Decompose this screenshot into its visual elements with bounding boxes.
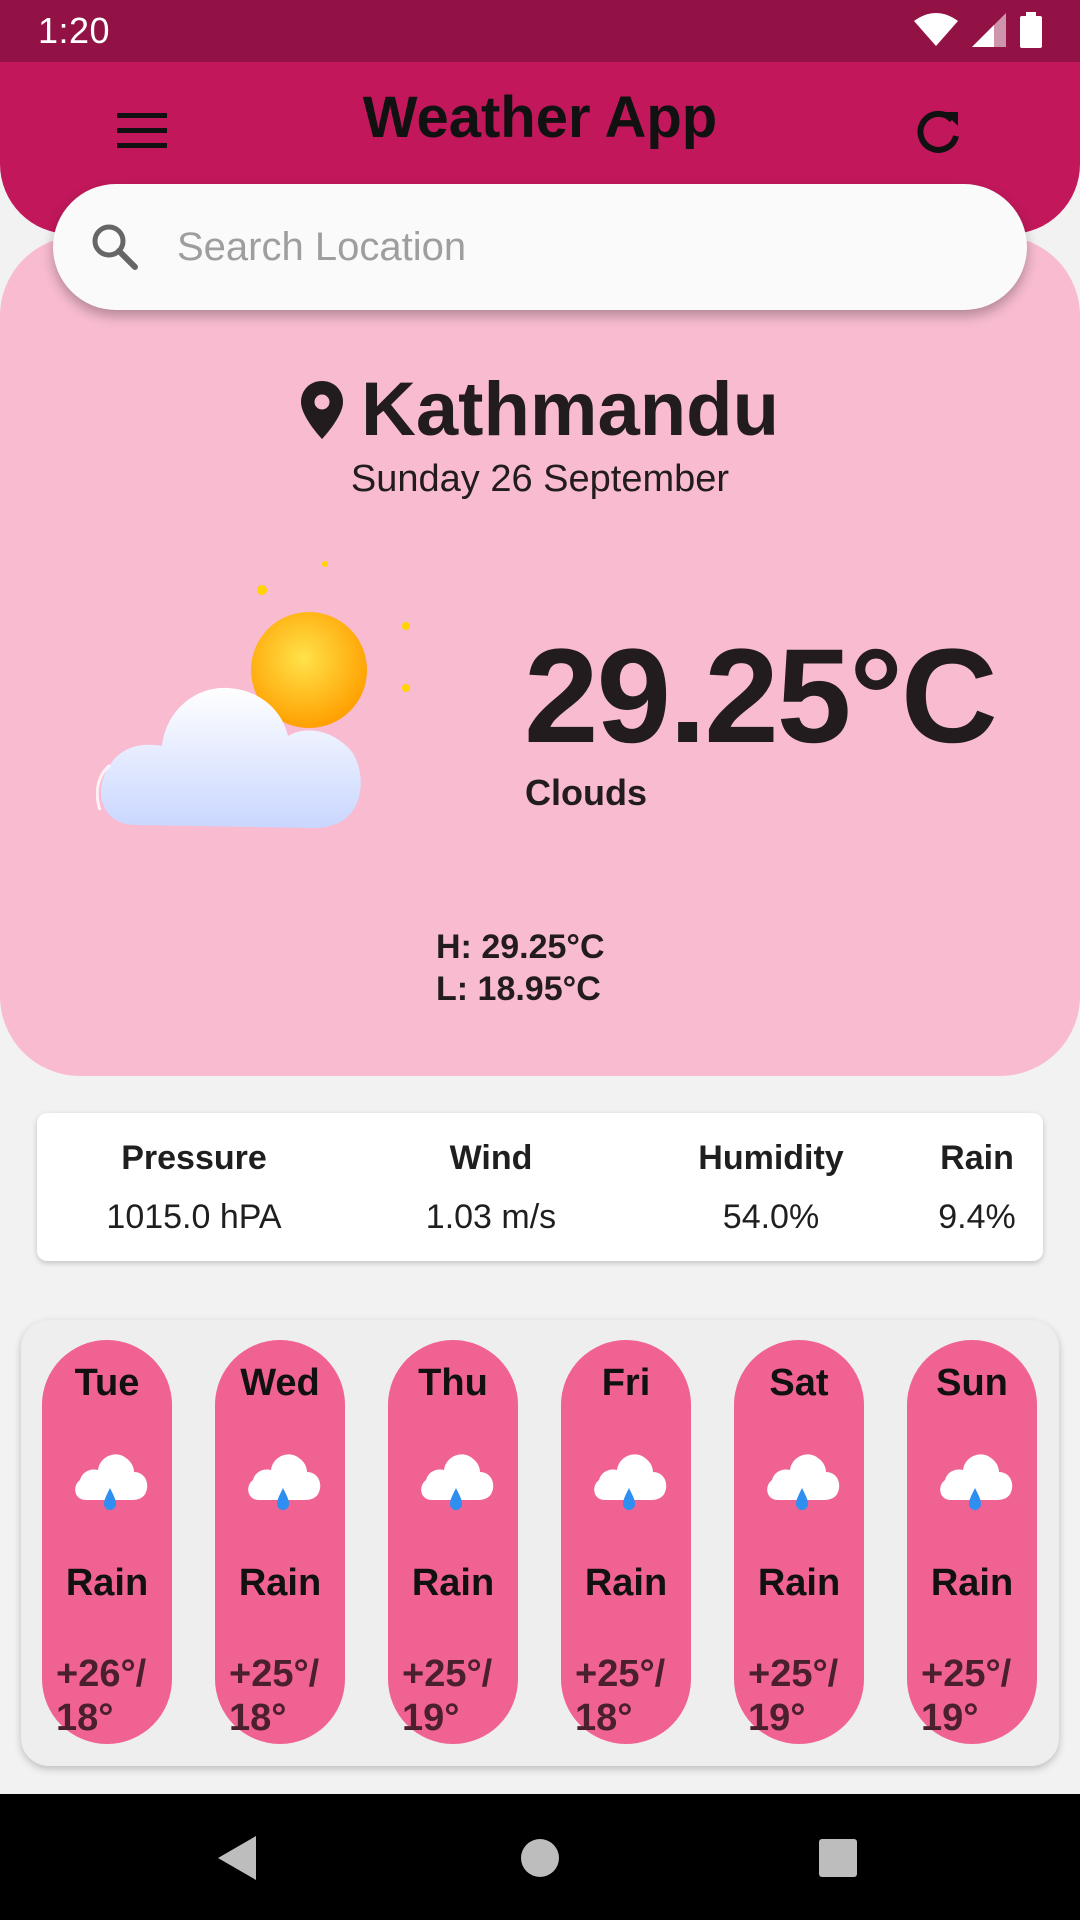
rain-cloud-icon (594, 1454, 667, 1510)
forecast-day[interactable]: Sun Rain +25°/19° (907, 1340, 1037, 1744)
low-temp: L: 18.95°C (436, 970, 601, 1008)
forecast-day-name: Fri (601, 1362, 651, 1404)
current-temperature: 29.25°C (524, 622, 998, 771)
stat-rain: Rain 9.4% (917, 1139, 1037, 1237)
recents-icon (819, 1839, 857, 1877)
stat-humidity: Humidity 54.0% (651, 1139, 891, 1237)
forecast-condition: Rain (584, 1562, 668, 1604)
recents-button[interactable] (806, 1826, 870, 1890)
stat-label: Rain (940, 1139, 1014, 1177)
back-button[interactable] (206, 1826, 270, 1890)
forecast-temps: +25°/18° (575, 1652, 685, 1740)
forecast-day-name: Tue (74, 1362, 140, 1404)
forecast-temps: +25°/19° (748, 1652, 858, 1740)
forecast-day[interactable]: Thu Rain +25°/19° (388, 1340, 518, 1744)
forecast-high: +25°/ (575, 1653, 666, 1695)
search-input[interactable] (177, 212, 977, 282)
high-low-temps: H: 29.25°C L: 18.95°C (436, 926, 605, 1010)
forecast-condition: Rain (930, 1562, 1014, 1604)
current-condition: Clouds (525, 772, 647, 813)
rain-cloud-icon (421, 1454, 494, 1510)
current-date: Sunday 26 September (350, 458, 730, 500)
forecast-temps: +25°/19° (402, 1652, 512, 1740)
forecast-day-name: Sun (936, 1362, 1008, 1404)
refresh-icon (917, 110, 959, 153)
forecast-temps: +26°/18° (56, 1652, 166, 1740)
rain-cloud-icon (767, 1454, 840, 1510)
forecast-day[interactable]: Tue Rain +26°/18° (42, 1340, 172, 1744)
home-button[interactable] (508, 1826, 572, 1890)
stat-wind: Wind 1.03 m/s (371, 1139, 611, 1237)
system-nav-bar (0, 1794, 1080, 1920)
forecast-high: +26°/ (56, 1653, 147, 1695)
forecast-day-name: Sat (769, 1362, 829, 1404)
stat-value: 1.03 m/s (425, 1198, 557, 1236)
status-icons (914, 12, 1042, 48)
search-bar[interactable] (53, 184, 1027, 310)
weather-stats-card: Pressure 1015.0 hPA Wind 1.03 m/s Humidi… (37, 1113, 1043, 1261)
rain-cloud-icon (940, 1454, 1013, 1510)
stat-value: 9.4% (938, 1198, 1016, 1236)
wifi-icon (914, 13, 958, 46)
forecast-low: 18° (575, 1697, 633, 1739)
city-name: Kathmandu (361, 367, 779, 452)
battery-icon (1020, 12, 1042, 48)
signal-icon (972, 13, 1006, 47)
stat-value: 1015.0 hPA (106, 1198, 282, 1236)
forecast-low: 19° (748, 1697, 806, 1739)
cloud-sun-icon (96, 561, 410, 828)
search-icon (92, 224, 138, 270)
forecast-high: +25°/ (402, 1653, 493, 1695)
rain-cloud-icon (75, 1454, 148, 1510)
location-pin-icon (301, 380, 343, 439)
forecast-condition: Rain (757, 1562, 841, 1604)
forecast-day-name: Wed (240, 1362, 320, 1404)
forecast-low: 19° (402, 1697, 460, 1739)
forecast-temps: +25°/19° (921, 1652, 1031, 1740)
stat-label: Humidity (698, 1139, 844, 1177)
back-icon (218, 1836, 256, 1880)
forecast-panel: Tue Rain +26°/18° Wed Rain +25°/18° Thu … (21, 1320, 1059, 1766)
status-bar: 1:20 (0, 0, 1080, 62)
forecast-high: +25°/ (748, 1653, 839, 1695)
forecast-condition: Rain (411, 1562, 495, 1604)
forecast-high: +25°/ (229, 1653, 320, 1695)
forecast-day[interactable]: Fri Rain +25°/18° (561, 1340, 691, 1744)
stat-value: 54.0% (722, 1198, 820, 1236)
forecast-high: +25°/ (921, 1653, 1012, 1695)
forecast-temps: +25°/18° (229, 1652, 339, 1740)
forecast-condition: Rain (238, 1562, 322, 1604)
home-icon (521, 1839, 559, 1877)
refresh-button[interactable] (904, 98, 972, 166)
forecast-low: 18° (56, 1697, 114, 1739)
forecast-condition: Rain (65, 1562, 149, 1604)
forecast-day[interactable]: Sat Rain +25°/19° (734, 1340, 864, 1744)
stat-label: Pressure (121, 1139, 267, 1177)
status-time: 1:20 (38, 10, 111, 51)
forecast-day[interactable]: Wed Rain +25°/18° (215, 1340, 345, 1744)
forecast-low: 19° (921, 1697, 979, 1739)
location-row: Kathmandu (0, 366, 1080, 453)
rain-cloud-icon (248, 1454, 321, 1510)
stat-pressure: Pressure 1015.0 hPA (57, 1139, 331, 1237)
high-temp: H: 29.25°C (436, 928, 605, 966)
stat-label: Wind (449, 1139, 533, 1177)
forecast-low: 18° (229, 1697, 287, 1739)
forecast-day-name: Thu (418, 1362, 488, 1404)
